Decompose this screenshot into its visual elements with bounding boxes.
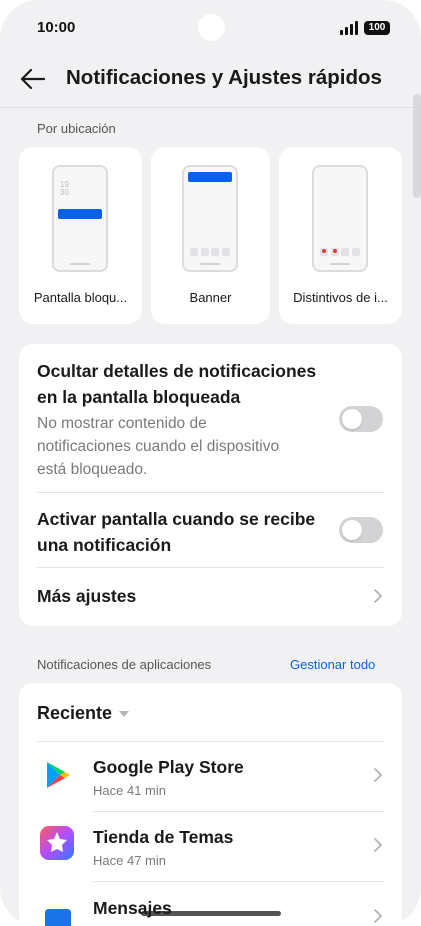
style-tile-label: Pantalla bloqu...	[33, 290, 128, 305]
preview-clock: 19 30	[60, 180, 69, 197]
style-tile-badges[interactable]: Distintivos de i...	[279, 147, 402, 324]
manage-all-link[interactable]: Gestionar todo	[290, 657, 375, 672]
badges-preview	[312, 165, 368, 272]
apps-card: Reciente Google Play Store Hace 41 min T…	[19, 683, 402, 926]
signal-icon	[340, 21, 360, 35]
front-camera	[198, 14, 225, 41]
chevron-right-icon	[374, 768, 382, 782]
preview-notification-bar	[58, 209, 102, 219]
scrollbar[interactable]	[413, 94, 421, 198]
chevron-right-icon	[374, 838, 382, 852]
row-divider	[93, 881, 384, 882]
status-bar: 10:00 100	[0, 0, 421, 56]
app-header: Notificaciones y Ajustes rápidos	[0, 56, 421, 106]
gesture-nav-handle[interactable]	[141, 911, 281, 916]
settings-card: Ocultar detalles de notificaciones en la…	[19, 344, 402, 626]
sort-dropdown[interactable]: Reciente	[37, 701, 147, 727]
google-play-icon	[47, 762, 70, 788]
style-tile-label: Distintivos de i...	[293, 290, 388, 305]
lockscreen-preview: 19 30	[52, 165, 108, 272]
style-tile-lockscreen[interactable]: 19 30 Pantalla bloqu...	[19, 147, 142, 324]
banner-preview	[182, 165, 238, 272]
theme-store-icon	[40, 826, 74, 860]
messages-icon	[45, 909, 71, 926]
style-tile-label: Banner	[189, 290, 232, 305]
style-tile-banner[interactable]: Banner	[151, 147, 270, 324]
chevron-right-icon	[374, 909, 382, 923]
page-title: Notificaciones y Ajustes rápidos	[66, 66, 382, 89]
row-divider	[93, 811, 384, 812]
more-settings-label: Más ajustes	[37, 586, 137, 606]
chevron-right-icon	[374, 589, 382, 603]
phone-screen: 10:00 100 Notificaciones y Ajustes rápid…	[0, 0, 421, 926]
arrow-left-icon	[20, 68, 46, 90]
caret-down-icon	[119, 711, 129, 717]
row-divider	[37, 567, 384, 568]
sort-label: Reciente	[37, 703, 113, 723]
section-label-apps: Notificaciones de aplicaciones	[37, 657, 212, 672]
row-divider	[37, 492, 384, 493]
wake-screen-toggle[interactable]	[339, 517, 383, 543]
header-divider	[0, 107, 421, 108]
back-button[interactable]	[18, 64, 48, 94]
section-label-location: Por ubicación	[37, 121, 116, 136]
battery-icon: 100	[364, 21, 390, 35]
hide-details-toggle[interactable]	[339, 406, 383, 432]
preview-banner-bar	[188, 172, 232, 182]
status-time: 10:00	[37, 19, 76, 36]
row-divider	[37, 741, 384, 742]
